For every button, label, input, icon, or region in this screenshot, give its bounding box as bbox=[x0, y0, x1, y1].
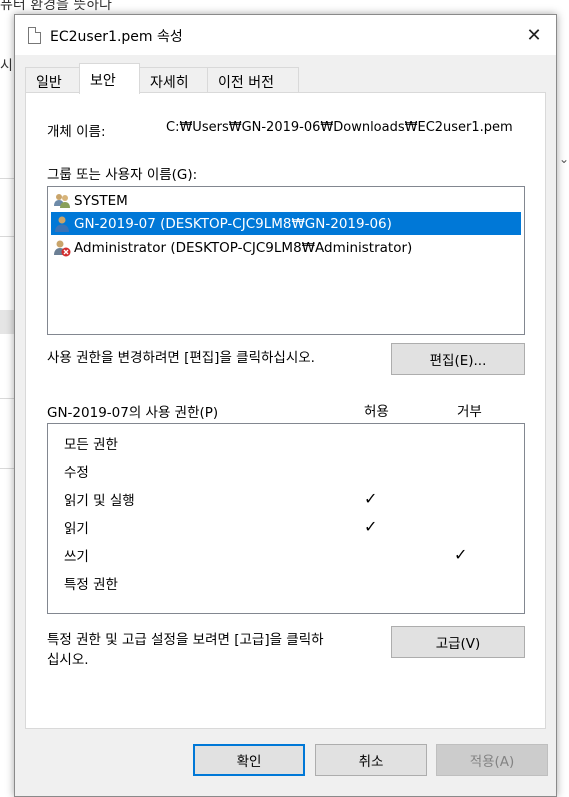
ok-button[interactable]: 확인 bbox=[193, 744, 305, 776]
permission-name: 특정 권한 bbox=[64, 577, 118, 593]
background-divider bbox=[0, 398, 14, 399]
permission-row: 쓰기 ✓ bbox=[64, 542, 504, 566]
permission-row: 읽기 및 실행 ✓ bbox=[64, 486, 504, 510]
background-divider bbox=[0, 178, 14, 179]
tab-security[interactable]: 보안 bbox=[79, 63, 140, 94]
allow-check-icon: ✓ bbox=[364, 517, 378, 536]
permissions-label: GN-2019-07의 사용 권한(P) bbox=[47, 405, 219, 421]
close-button[interactable]: ✕ bbox=[512, 15, 556, 55]
tab-details[interactable]: 자세히 bbox=[139, 67, 208, 93]
permission-row: 특정 권한 bbox=[64, 570, 504, 594]
users-group-icon bbox=[53, 192, 71, 210]
background-chevron-icon: ⌄ bbox=[558, 152, 569, 166]
advanced-hint-line1: 특정 권한 및 고급 설정을 보려면 [고급]을 클릭하 bbox=[47, 632, 324, 648]
tab-previous-versions[interactable]: 이전 버전 bbox=[207, 67, 299, 93]
user-icon bbox=[53, 215, 71, 233]
allow-column-header: 허용 bbox=[364, 404, 389, 420]
list-item-gn-2019-07[interactable]: GN-2019-07 (DESKTOP-CJC9LM8₩GN-2019-06) bbox=[51, 212, 521, 235]
tab-general[interactable]: 일반 bbox=[25, 67, 80, 93]
document-icon bbox=[28, 27, 41, 44]
permission-row: 모든 권한 bbox=[64, 430, 504, 454]
properties-dialog: EC2user1.pem 속성 ✕ 일반 보안 자세히 이전 버전 개체 이름:… bbox=[14, 14, 557, 797]
users-listbox[interactable]: SYSTEM GN-2019-07 (DESKTOP-CJC9LM8₩GN-20… bbox=[47, 186, 525, 335]
list-item-system[interactable]: SYSTEM bbox=[51, 189, 521, 212]
background-window-text: 퓨터 환경을 뜻하다 bbox=[0, 0, 112, 13]
permission-name: 읽기 및 실행 bbox=[64, 493, 135, 509]
deny-check-icon: ✓ bbox=[454, 545, 468, 564]
permissions-list: 모든 권한 수정 읽기 및 실행 ✓ 읽기 ✓ 쓰기 ✓ 특정 권한 bbox=[47, 423, 525, 614]
background-divider bbox=[0, 236, 14, 237]
advanced-button[interactable]: 고급(V) bbox=[391, 626, 525, 658]
list-item-label: SYSTEM bbox=[74, 192, 128, 209]
background-selected-row bbox=[0, 310, 14, 334]
permission-name: 읽기 bbox=[64, 521, 89, 537]
permission-name: 쓰기 bbox=[64, 549, 89, 565]
list-item-label: Administrator (DESKTOP-CJC9LM8₩Administr… bbox=[74, 239, 413, 256]
dialog-title: EC2user1.pem 속성 bbox=[50, 29, 183, 45]
permission-row: 수정 bbox=[64, 458, 504, 482]
edit-hint-text: 사용 권한을 변경하려면 [편집]을 클릭하십시오. bbox=[47, 350, 315, 366]
advanced-hint-line2: 십시오. bbox=[47, 652, 89, 668]
allow-check-icon: ✓ bbox=[364, 489, 378, 508]
background-divider bbox=[0, 468, 14, 469]
list-item-label: GN-2019-07 (DESKTOP-CJC9LM8₩GN-2019-06) bbox=[74, 215, 392, 232]
list-item-administrator[interactable]: Administrator (DESKTOP-CJC9LM8₩Administr… bbox=[51, 236, 521, 259]
deny-column-header: 거부 bbox=[457, 404, 482, 420]
group-users-label: 그룹 또는 사용자 이름(G): bbox=[47, 167, 198, 183]
apply-button[interactable]: 적용(A) bbox=[436, 744, 548, 776]
cancel-button[interactable]: 취소 bbox=[315, 744, 427, 776]
permission-row: 읽기 ✓ bbox=[64, 514, 504, 538]
background-window-side-text: 시 bbox=[0, 58, 13, 74]
security-panel: 개체 이름: C:₩Users₩GN-2019-06₩Downloads₩EC2… bbox=[25, 92, 546, 729]
user-denied-icon bbox=[53, 239, 71, 257]
object-name-value: C:₩Users₩GN-2019-06₩Downloads₩EC2user1.p… bbox=[166, 120, 513, 135]
permission-name: 모든 권한 bbox=[64, 437, 118, 453]
edit-button[interactable]: 편집(E)... bbox=[391, 343, 525, 375]
object-name-label: 개체 이름: bbox=[47, 124, 106, 140]
permission-name: 수정 bbox=[64, 465, 89, 481]
title-bar: EC2user1.pem 속성 ✕ bbox=[15, 15, 556, 55]
